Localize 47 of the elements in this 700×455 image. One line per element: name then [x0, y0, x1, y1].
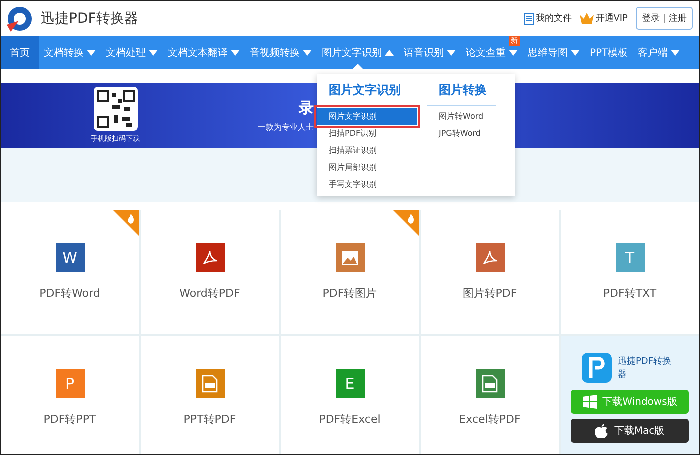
menu-item[interactable]: JPG转Word	[427, 125, 496, 142]
tool-label: 图片转PDF	[462, 286, 518, 301]
header-link[interactable]: 我的文件	[524, 12, 572, 25]
letter-tile-icon: W	[56, 243, 84, 272]
menu-item[interactable]: 图片文字识别	[317, 108, 417, 125]
tool-label: PDF转图片	[322, 286, 378, 301]
menu-item[interactable]: 图片转Word	[427, 108, 496, 125]
menu-item[interactable]: 扫描PDF识别	[317, 125, 417, 142]
tool-card[interactable]: PDF转图片	[281, 210, 419, 334]
tool-card[interactable]: Excel转PDF	[421, 336, 559, 454]
download-button[interactable]: 下载Mac版	[571, 419, 689, 443]
menu-item[interactable]: 扫描票证识别	[317, 142, 417, 159]
brand-name: 迅捷PDF转换器	[41, 10, 138, 28]
tool-card[interactable]: T PDF转TXT	[561, 210, 699, 334]
tool-card[interactable]: W PDF转Word	[1, 210, 139, 334]
banner-subtitle: 一款为专业人士	[258, 122, 314, 132]
tool-label: PPT转PDF	[184, 412, 236, 427]
menu-item[interactable]: 图片局部识别	[317, 159, 417, 176]
menu-item[interactable]: 手写文字识别	[317, 176, 417, 193]
apple-icon	[595, 424, 608, 438]
app-name: 迅捷PDF转换器	[618, 356, 673, 381]
tool-label: PDF转Word	[40, 286, 100, 301]
tool-card[interactable]: 图片转PDF	[421, 210, 559, 334]
crown-icon	[580, 13, 594, 24]
tool-label: PDF转PPT	[44, 412, 96, 427]
tool-label: PDF转TXT	[603, 286, 657, 301]
letter-tile-icon: T	[616, 243, 644, 272]
tool-label: Word转PDF	[180, 286, 240, 301]
qr-code-icon	[94, 87, 138, 131]
tool-label: Excel转PDF	[459, 412, 521, 427]
logo-icon	[5, 4, 35, 32]
auth-link[interactable]: 注册	[669, 12, 687, 25]
banner-title: 录	[299, 98, 314, 118]
letter-tile-icon: E	[336, 369, 364, 398]
letter-tile-icon: P	[56, 369, 84, 398]
tool-card[interactable]: P PDF转PPT	[1, 336, 139, 454]
tool-card[interactable]: Word转PDF	[141, 210, 279, 334]
auth-link[interactable]: 登录	[642, 12, 660, 25]
tool-card[interactable]: E PDF转Excel	[281, 336, 419, 454]
windows-icon	[582, 395, 597, 409]
nav-item[interactable]: 首页	[1, 36, 39, 69]
app-logo-icon	[582, 353, 612, 383]
tool-card[interactable]: PPT转PDF	[141, 336, 279, 454]
header-link[interactable]: 开通VIP	[580, 12, 628, 25]
document-icon	[524, 12, 534, 24]
menu-heading: 图片转换	[427, 82, 496, 106]
tool-label: PDF转Excel	[319, 412, 381, 427]
